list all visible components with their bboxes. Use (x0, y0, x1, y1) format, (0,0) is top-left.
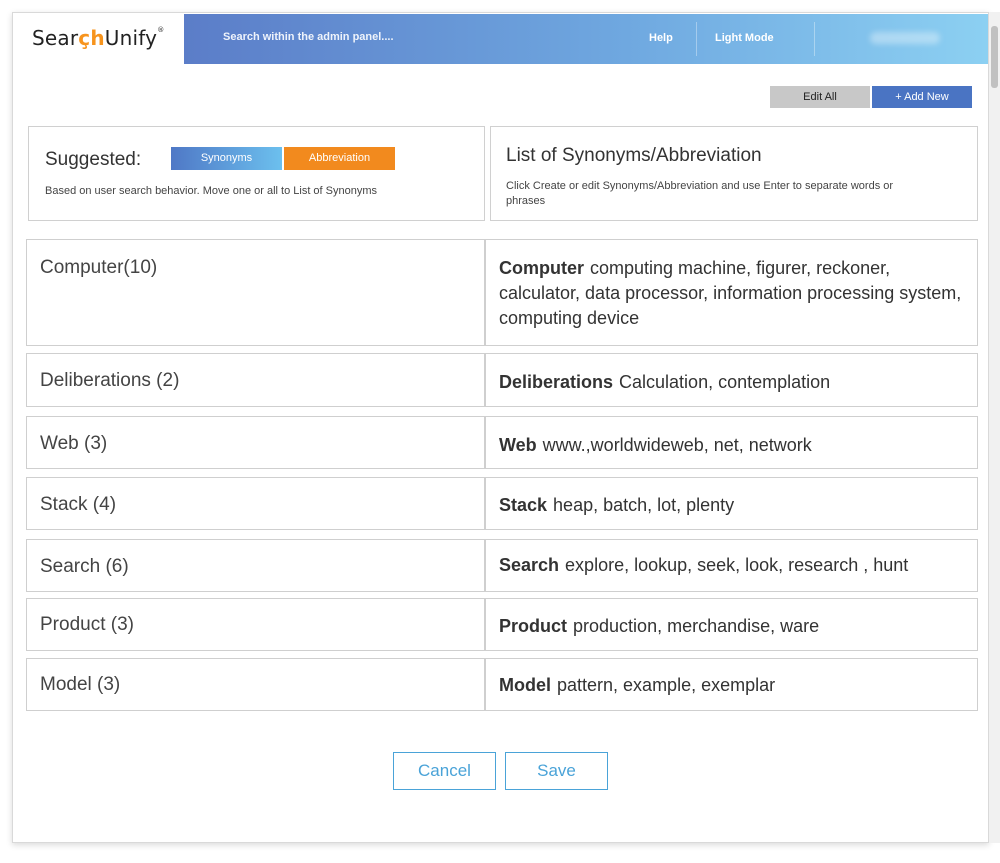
synonym-cell[interactable]: Product production, merchandise, ware (499, 614, 973, 639)
suggested-panel: Suggested: Synonyms Abbreviation Based o… (28, 126, 485, 221)
tab-abbreviation[interactable]: Abbreviation (284, 147, 395, 170)
scrollbar-thumb[interactable] (991, 26, 998, 88)
light-mode-toggle[interactable]: Light Mode (715, 32, 774, 44)
suggested-term: Search (6) (40, 556, 129, 577)
synonym-word: Web (499, 435, 537, 455)
suggested-term-cell[interactable]: Product (3) (27, 599, 486, 650)
top-navigation-bar: Search within the admin panel.... Help L… (184, 14, 988, 64)
synonym-word: Computer (499, 258, 584, 278)
suggested-term: Deliberations (2) (40, 370, 180, 391)
synonym-row[interactable]: Stack (4) Stack heap, batch, lot, plenty (26, 477, 978, 530)
save-button[interactable]: Save (505, 752, 608, 790)
synonym-row[interactable]: Computer(10) Computer computing machine, … (26, 239, 978, 346)
cancel-button[interactable]: Cancel (393, 752, 496, 790)
suggested-term: Web (3) (40, 433, 108, 454)
tab-synonyms[interactable]: Synonyms (171, 147, 282, 170)
suggested-term-cell[interactable]: Deliberations (2) (27, 354, 486, 406)
synonym-list-title: List of Synonyms/Abbreviation (506, 145, 762, 166)
logo-registered-mark: ® (157, 26, 165, 34)
synonym-word: Model (499, 675, 551, 695)
suggested-term-cell[interactable]: Web (3) (27, 417, 486, 468)
synonym-list-description: Click Create or edit Synonyms/Abbreviati… (506, 180, 894, 207)
synonym-cell[interactable]: Model pattern, example, exemplar (499, 673, 973, 698)
synonym-cell[interactable]: Deliberations Calculation, contemplation (499, 370, 973, 395)
suggested-term-cell[interactable]: Search (6) (27, 540, 486, 591)
logo-accent: çh (78, 26, 105, 50)
synonym-values: explore, lookup, seek, look, research , … (565, 555, 909, 575)
suggested-term: Product (3) (40, 614, 134, 635)
nav-divider (696, 22, 697, 56)
synonym-word: Product (499, 616, 568, 636)
admin-search-input[interactable]: Search within the admin panel.... (223, 31, 394, 43)
synonym-cell[interactable]: Search explore, lookup, seek, look, resea… (499, 553, 973, 578)
synonym-row[interactable]: Model (3) Model pattern, example, exempla… (26, 658, 978, 711)
suggested-term: Computer(10) (40, 257, 158, 278)
suggested-term-cell[interactable]: Computer(10) (27, 240, 486, 345)
suggested-description: Based on user search behavior. Move one … (45, 185, 378, 197)
suggested-term-cell[interactable]: Model (3) (27, 659, 486, 710)
synonym-row[interactable]: Web (3) Web www.,worldwideweb, net, netwo… (26, 416, 978, 469)
suggested-term-cell[interactable]: Stack (4) (27, 478, 486, 529)
brand-logo[interactable]: SearçhUnify® (32, 26, 164, 50)
suggested-term: Stack (4) (40, 494, 117, 515)
synonym-values: heap, batch, lot, plenty (553, 495, 735, 515)
user-menu-blurred[interactable] (870, 32, 940, 44)
synonym-values: www.,worldwideweb, net, network (542, 435, 812, 455)
synonym-values: Calculation, contemplation (619, 372, 831, 392)
synonym-row[interactable]: Search (6) Search explore, lookup, seek, … (26, 539, 978, 592)
suggested-title: Suggested: (45, 149, 142, 170)
edit-all-button[interactable]: Edit All (770, 86, 870, 108)
synonym-word: Search (499, 555, 560, 575)
scrollbar[interactable] (989, 12, 1000, 843)
synonym-cell[interactable]: Computer computing machine, figurer, reck… (499, 256, 973, 331)
synonym-row[interactable]: Deliberations (2) Deliberations Calculati… (26, 353, 978, 407)
logo-text-start: Sear (32, 26, 79, 50)
logo-text-end: Unify (104, 26, 158, 50)
nav-divider (814, 22, 815, 56)
synonym-cell[interactable]: Stack heap, batch, lot, plenty (499, 493, 973, 518)
synonym-word: Stack (499, 495, 548, 515)
synonym-word: Deliberations (499, 372, 614, 392)
synonym-values: pattern, example, exemplar (557, 675, 776, 695)
synonym-cell[interactable]: Web www.,worldwideweb, net, network (499, 433, 973, 458)
help-link[interactable]: Help (649, 32, 673, 44)
synonym-list-panel: List of Synonyms/Abbreviation Click Crea… (490, 126, 978, 221)
suggested-term: Model (3) (40, 674, 121, 695)
synonym-row[interactable]: Product (3) Product production, merchandi… (26, 598, 978, 651)
add-new-button[interactable]: + Add New (872, 86, 972, 108)
synonym-values: production, merchandise, ware (573, 616, 820, 636)
